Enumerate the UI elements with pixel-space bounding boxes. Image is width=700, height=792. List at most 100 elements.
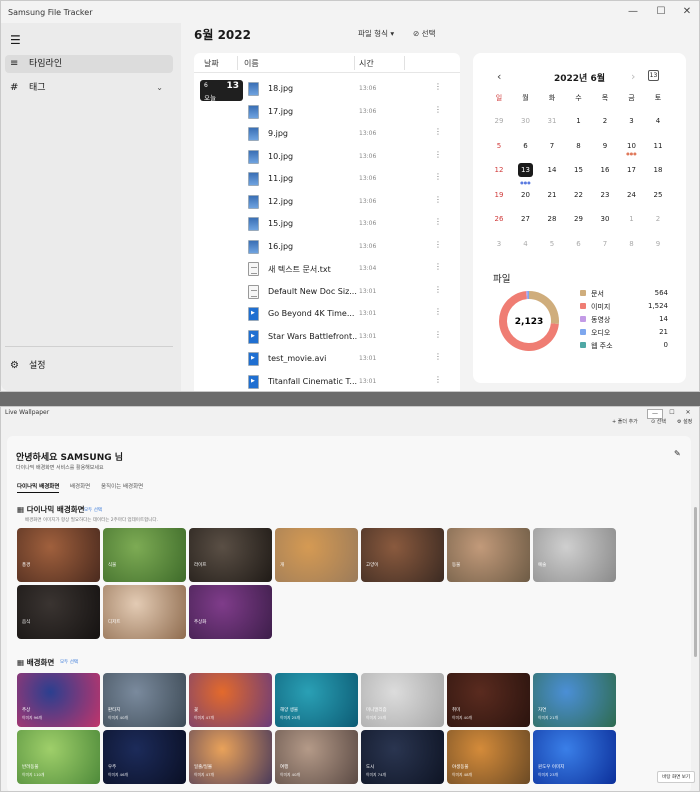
calendar-day[interactable]: 4 <box>514 240 538 248</box>
close-button[interactable]: ✕ <box>673 1 700 23</box>
wallpaper-thumbnail[interactable]: 자연 이미지 21개 <box>533 673 616 727</box>
calendar-day[interactable]: 9 <box>593 142 617 150</box>
list-item[interactable]: test_movie.avi 13:01 ⋮ <box>248 348 456 370</box>
list-item[interactable]: 17.jpg 13:06 ⋮ <box>248 101 456 123</box>
column-divider[interactable] <box>237 56 238 70</box>
calendar-day[interactable]: 3 <box>487 240 511 248</box>
list-item[interactable]: Titanfall Cinematic T... 13:01 ⋮ <box>248 371 456 392</box>
more-options-icon[interactable]: ⋮ <box>434 330 442 339</box>
wallpaper-thumbnail[interactable]: 추상화 <box>189 585 272 639</box>
calendar-day[interactable]: 14 <box>540 166 564 174</box>
calendar-day[interactable]: 20 <box>514 191 538 199</box>
next-month-button[interactable]: › <box>631 70 635 83</box>
list-item[interactable]: 11.jpg 13:06 ⋮ <box>248 168 456 190</box>
calendar-day[interactable]: 1 <box>567 117 591 125</box>
calendar-day[interactable]: 15 <box>567 166 591 174</box>
calendar-day[interactable]: 31 <box>540 117 564 125</box>
calendar-day[interactable]: 9 <box>646 240 670 248</box>
close-button[interactable]: ✕ <box>681 408 695 418</box>
wallpaper-thumbnail[interactable]: 윈도우 이미지 이미지 23개 <box>533 730 616 784</box>
wallpaper-thumbnail[interactable]: 해양 생물 이미지 25개 <box>275 673 358 727</box>
calendar-day[interactable]: 16 <box>593 166 617 174</box>
calendar-day[interactable]: 30 <box>514 117 538 125</box>
calendar-day[interactable]: 27 <box>514 215 538 223</box>
minimize-button[interactable]: — <box>619 1 647 23</box>
today-button[interactable]: 13 <box>648 70 659 81</box>
calendar-day[interactable]: 26 <box>487 215 511 223</box>
more-options-icon[interactable]: ⋮ <box>434 375 442 384</box>
list-item[interactable]: 15.jpg 13:06 ⋮ <box>248 213 456 235</box>
calendar-day[interactable]: 10 <box>620 142 644 150</box>
list-item[interactable]: 10.jpg 13:06 ⋮ <box>248 146 456 168</box>
more-options-icon[interactable]: ⋮ <box>434 172 442 181</box>
select-all-static[interactable]: 모두 선택 <box>60 659 78 665</box>
add-folder-button[interactable]: + 폴더 추가 <box>612 418 638 425</box>
calendar-day[interactable]: 8 <box>567 142 591 150</box>
calendar-day[interactable]: 5 <box>487 142 511 150</box>
more-options-icon[interactable]: ⋮ <box>434 195 442 204</box>
wallpaper-thumbnail[interactable]: 우주 이미지 46개 <box>103 730 186 784</box>
calendar-day[interactable]: 30 <box>593 215 617 223</box>
sidebar-item-timeline[interactable]: ≡ 타임라인 <box>5 55 173 73</box>
wallpaper-thumbnail[interactable]: 취미 이미지 40개 <box>447 673 530 727</box>
chevron-down-icon[interactable]: ⌄ <box>156 79 163 97</box>
select-button[interactable]: ⊘ 선택 <box>413 28 435 39</box>
list-item[interactable]: Star Wars Battlefront... 13:01 ⋮ <box>248 326 456 348</box>
wallpaper-thumbnail[interactable]: 여행 이미지 40개 <box>275 730 358 784</box>
calendar-day[interactable]: 6 <box>514 142 538 150</box>
list-item[interactable]: 12.jpg 13:06 ⋮ <box>248 191 456 213</box>
more-options-icon[interactable]: ⋮ <box>434 217 442 226</box>
wallpaper-thumbnail[interactable]: 일출/일몰 이미지 47개 <box>189 730 272 784</box>
wallpaper-thumbnail[interactable]: 예술 <box>533 528 616 582</box>
calendar-day[interactable]: 18 <box>646 166 670 174</box>
wallpaper-thumbnail[interactable]: 음식 <box>17 585 100 639</box>
calendar-day[interactable]: 29 <box>487 117 511 125</box>
column-header-name[interactable]: 이름 <box>244 58 259 69</box>
wallpaper-thumbnail[interactable]: 고양이 <box>361 528 444 582</box>
select-button[interactable]: ⊙ 선택 <box>651 418 666 425</box>
more-options-icon[interactable]: ⋮ <box>434 127 442 136</box>
calendar-day[interactable]: 29 <box>567 215 591 223</box>
calendar-day[interactable]: 4 <box>646 117 670 125</box>
more-options-icon[interactable]: ⋮ <box>434 352 442 361</box>
list-item[interactable]: Go Beyond 4K Time... 13:01 ⋮ <box>248 303 456 325</box>
more-options-icon[interactable]: ⋮ <box>434 262 442 271</box>
wallpaper-thumbnail[interactable]: 동물 <box>447 528 530 582</box>
more-options-icon[interactable]: ⋮ <box>434 82 442 91</box>
calendar-day[interactable]: 25 <box>646 191 670 199</box>
settings-button[interactable]: ⚙ 설정 <box>677 418 692 425</box>
wallpaper-thumbnail[interactable]: 야생동물 이미지 48개 <box>447 730 530 784</box>
list-item[interactable]: 18.jpg 13:06 ⋮ <box>248 78 456 100</box>
more-options-icon[interactable]: ⋮ <box>434 105 442 114</box>
wallpaper-thumbnail[interactable]: 추상 이미지 96개 <box>17 673 100 727</box>
calendar-day[interactable]: 11 <box>646 142 670 150</box>
sidebar-item-tags[interactable]: # 태그 ⌄ <box>5 79 173 97</box>
column-divider[interactable] <box>404 56 405 70</box>
wallpaper-thumbnail[interactable]: 풍경 <box>17 528 100 582</box>
calendar-day[interactable]: 5 <box>540 240 564 248</box>
calendar-day[interactable]: 8 <box>620 240 644 248</box>
list-item[interactable]: 16.jpg 13:06 ⋮ <box>248 236 456 258</box>
wallpaper-thumbnail[interactable]: 미니멀리즘 이미지 25개 <box>361 673 444 727</box>
wallpaper-thumbnail[interactable]: 라이프 <box>189 528 272 582</box>
calendar-day[interactable]: 3 <box>620 117 644 125</box>
more-options-icon[interactable]: ⋮ <box>434 307 442 316</box>
calendar-day[interactable]: 24 <box>620 191 644 199</box>
calendar-day[interactable]: 1 <box>620 215 644 223</box>
calendar-day[interactable]: 7 <box>593 240 617 248</box>
calendar-day[interactable]: 6 <box>567 240 591 248</box>
more-options-icon[interactable]: ⋮ <box>434 240 442 249</box>
tab-wallpaper[interactable]: 배경화면 <box>70 482 90 490</box>
select-all-dynamic[interactable]: 모두 선택 <box>84 507 102 513</box>
wallpaper-thumbnail[interactable]: 꽃 이미지 47개 <box>189 673 272 727</box>
wallpaper-thumbnail[interactable]: 판타지 이미지 40개 <box>103 673 186 727</box>
file-format-dropdown[interactable]: 파일 형식 ▾ <box>358 28 394 39</box>
wallpaper-thumbnail[interactable]: 개 <box>275 528 358 582</box>
calendar-day[interactable]: 21 <box>540 191 564 199</box>
wallpaper-thumbnail[interactable]: 디저트 <box>103 585 186 639</box>
wallpaper-thumbnail[interactable]: 도시 이미지 74개 <box>361 730 444 784</box>
more-options-icon[interactable]: ⋮ <box>434 285 442 294</box>
calendar-day[interactable]: 13 <box>518 163 533 177</box>
edit-icon[interactable]: ✎ <box>674 449 681 458</box>
column-header-date[interactable]: 날짜 <box>204 58 219 69</box>
